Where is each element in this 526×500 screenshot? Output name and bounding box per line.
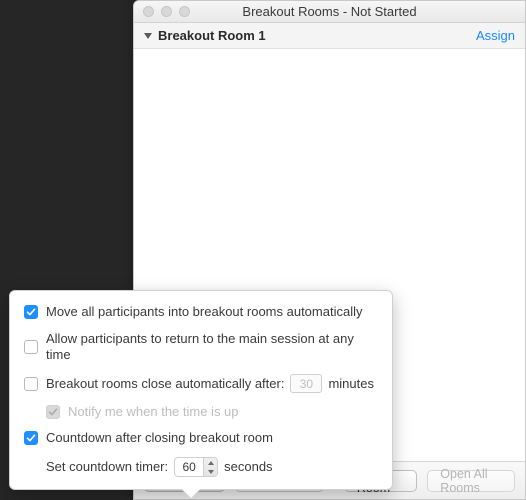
chevron-up-icon: [208, 461, 214, 465]
stepper-up[interactable]: [204, 458, 217, 467]
titlebar: Breakout Rooms - Not Started: [134, 1, 525, 23]
options-popover: Move all participants into breakout room…: [9, 290, 393, 490]
option-auto-close-label: Breakout rooms close automatically after…: [46, 376, 284, 392]
option-countdown-timer-label: Set countdown timer:: [46, 459, 168, 475]
open-all-rooms-button-label: Open All Rooms: [440, 467, 502, 495]
option-notify-label: Notify me when the time is up: [68, 404, 239, 420]
checkbox-auto-close[interactable]: [24, 377, 38, 391]
option-allow-return-row[interactable]: Allow participants to return to the main…: [24, 331, 378, 363]
stepper-down[interactable]: [204, 467, 217, 476]
room-name: Breakout Room 1: [158, 28, 476, 43]
check-icon: [48, 407, 58, 417]
option-auto-close-suffix: minutes: [328, 376, 374, 392]
option-countdown-timer-suffix: seconds: [224, 459, 272, 475]
option-auto-move-label: Move all participants into breakout room…: [46, 304, 362, 320]
checkbox-auto-move[interactable]: [24, 305, 38, 319]
option-notify-row: Notify me when the time is up: [24, 404, 378, 420]
option-countdown-row[interactable]: Countdown after closing breakout room: [24, 430, 378, 446]
zoom-window-icon[interactable]: [179, 6, 190, 17]
chevron-down-icon: [208, 470, 214, 474]
window-controls: [134, 6, 190, 17]
window-title: Breakout Rooms - Not Started: [134, 4, 525, 19]
option-countdown-timer-row: Set countdown timer: 60 seconds: [24, 457, 378, 477]
stepper-arrows[interactable]: [203, 458, 217, 476]
open-all-rooms-button: Open All Rooms: [427, 470, 515, 492]
disclosure-triangle-icon[interactable]: [144, 33, 152, 39]
assign-link[interactable]: Assign: [476, 28, 515, 43]
option-countdown-label: Countdown after closing breakout room: [46, 430, 273, 446]
check-icon: [26, 307, 36, 317]
desktop-background: Breakout Rooms - Not Started Breakout Ro…: [0, 0, 526, 500]
checkbox-countdown[interactable]: [24, 431, 38, 445]
auto-close-minutes-input: [290, 374, 322, 393]
check-icon: [26, 433, 36, 443]
countdown-seconds-stepper[interactable]: 60: [174, 457, 218, 477]
close-window-icon[interactable]: [143, 6, 154, 17]
minimize-window-icon[interactable]: [161, 6, 172, 17]
option-auto-close-row[interactable]: Breakout rooms close automatically after…: [24, 374, 378, 393]
option-auto-move-row[interactable]: Move all participants into breakout room…: [24, 304, 378, 320]
option-allow-return-label: Allow participants to return to the main…: [46, 331, 378, 363]
checkbox-allow-return[interactable]: [24, 340, 38, 354]
countdown-seconds-value: 60: [175, 459, 203, 475]
room-header-row[interactable]: Breakout Room 1 Assign: [134, 23, 525, 49]
checkbox-notify: [46, 405, 60, 419]
